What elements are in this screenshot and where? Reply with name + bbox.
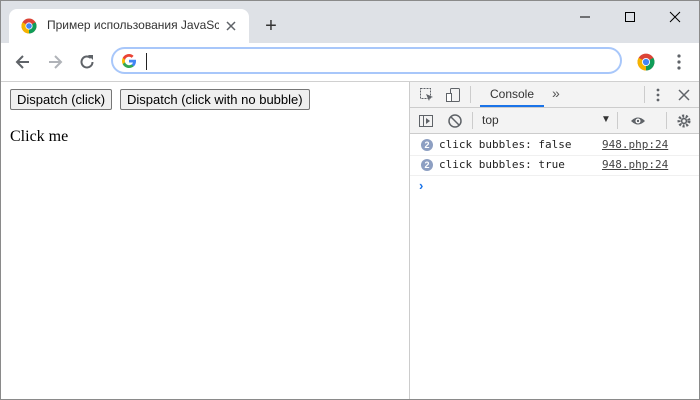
tab-title: Пример использования JavaScr: [47, 18, 219, 32]
browser-menu-icon[interactable]: [673, 52, 685, 72]
log-source-link[interactable]: 948.php:24: [602, 138, 668, 151]
live-expression-eye-icon[interactable]: [630, 113, 646, 129]
devtools-separator: [644, 86, 645, 103]
new-tab-button[interactable]: +: [261, 16, 281, 36]
browser-window: Пример использования JavaScr + Dispatch …: [0, 0, 700, 400]
tab-close-icon[interactable]: [223, 18, 239, 34]
console-log-row: 2 click bubbles: true 948.php:24: [410, 155, 699, 176]
inspect-element-icon[interactable]: [419, 87, 435, 103]
log-message: click bubbles: true: [439, 158, 565, 171]
console-settings-gear-icon[interactable]: [676, 113, 692, 129]
close-window-button[interactable]: [658, 5, 692, 29]
log-source-link[interactable]: 948.php:24: [602, 158, 668, 171]
back-arrow-icon[interactable]: [13, 52, 33, 72]
devtools-menu-icon[interactable]: [650, 87, 666, 103]
log-count-badge: 2: [421, 139, 433, 151]
page-content: Dispatch (click) Dispatch (click with no…: [1, 82, 409, 399]
dispatch-no-bubble-button[interactable]: Dispatch (click with no bubble): [120, 89, 310, 110]
devtools-panel: Console » top ▼ 2 click bubbles: false 9…: [409, 82, 699, 399]
log-message: click bubbles: false: [439, 138, 572, 151]
devtools-separator: [666, 112, 667, 129]
devtools-close-icon[interactable]: [676, 87, 692, 103]
devtools-separator: [617, 112, 618, 129]
minimize-button[interactable]: [568, 5, 602, 29]
devtools-separator: [470, 86, 471, 103]
click-me-text[interactable]: Click me: [10, 128, 68, 146]
device-toolbar-icon[interactable]: [445, 87, 461, 103]
context-selector[interactable]: top: [482, 111, 612, 129]
forward-arrow-icon[interactable]: [45, 52, 65, 72]
console-toolbar: top ▼: [410, 108, 699, 134]
tab-strip: Пример использования JavaScr +: [1, 1, 699, 43]
address-bar[interactable]: [111, 47, 622, 74]
reload-icon[interactable]: [77, 52, 97, 72]
log-count-badge: 2: [421, 159, 433, 171]
console-prompt[interactable]: ›: [419, 178, 423, 193]
browser-toolbar: [1, 43, 699, 82]
tab-console[interactable]: Console: [480, 82, 544, 107]
address-bar-caret: [146, 53, 147, 70]
devtools-separator: [472, 112, 473, 129]
clear-console-icon[interactable]: [447, 113, 463, 129]
browser-tab[interactable]: Пример использования JavaScr: [9, 9, 249, 43]
profile-avatar-icon[interactable]: [637, 53, 655, 71]
context-dropdown-icon[interactable]: ▼: [601, 111, 611, 129]
chrome-favicon-icon: [21, 18, 37, 34]
maximize-button[interactable]: [613, 5, 647, 29]
google-g-icon: [122, 54, 136, 68]
console-log-row: 2 click bubbles: false 948.php:24: [410, 135, 699, 156]
more-tabs-icon[interactable]: »: [552, 85, 560, 101]
dispatch-click-button[interactable]: Dispatch (click): [10, 89, 113, 110]
console-sidebar-icon[interactable]: [418, 113, 434, 129]
devtools-tab-bar: Console »: [410, 82, 699, 108]
